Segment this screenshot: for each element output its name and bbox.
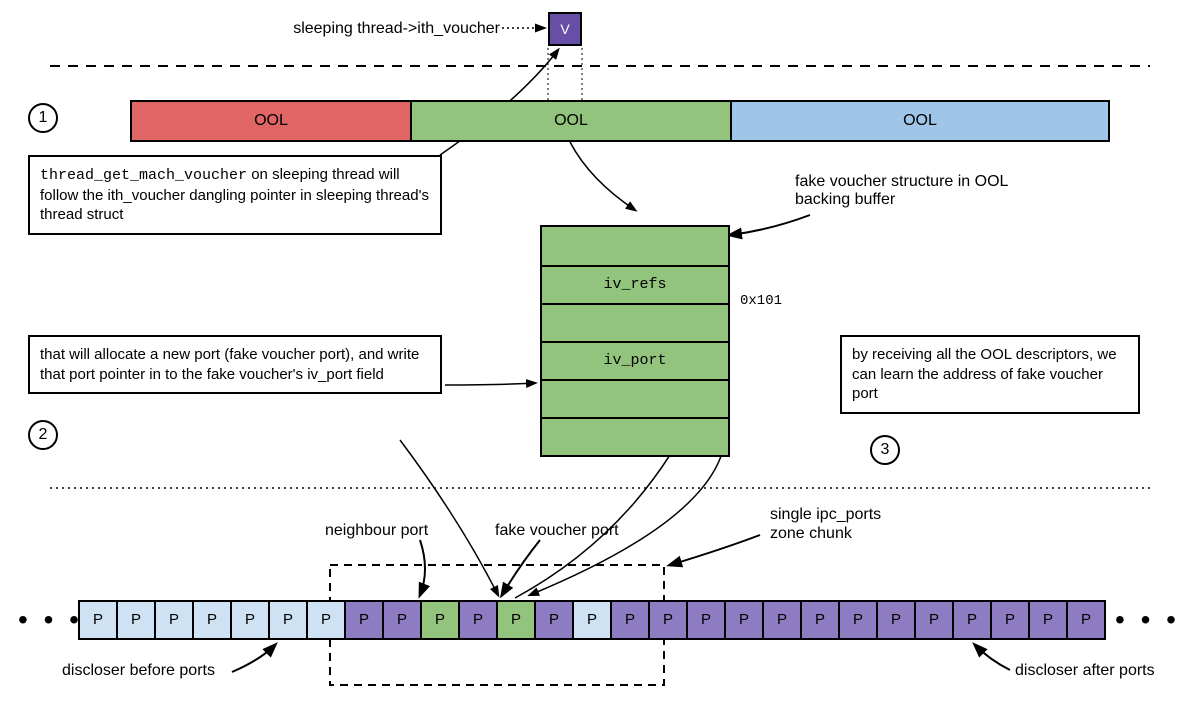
port-before: P bbox=[306, 600, 346, 640]
ool-segment-2: OOL bbox=[412, 102, 732, 140]
neighbour-port-label: neighbour port bbox=[325, 522, 428, 540]
port-after: P bbox=[724, 600, 764, 640]
sleeping-thread-label: sleeping thread->ith_voucher bbox=[190, 20, 500, 38]
port-after: P bbox=[876, 600, 916, 640]
port-after: P bbox=[686, 600, 726, 640]
port-after: P bbox=[1028, 600, 1068, 640]
code-snippet: thread_get_mach_voucher bbox=[40, 167, 247, 184]
struct-row-blank1 bbox=[542, 227, 728, 265]
port-after: P bbox=[800, 600, 840, 640]
port-chunk: P bbox=[534, 600, 574, 640]
struct-row-blank2 bbox=[542, 303, 728, 341]
port-chunk: P bbox=[344, 600, 384, 640]
struct-row-blank4 bbox=[542, 417, 728, 455]
step-3-text: by receiving all the OOL descriptors, we… bbox=[840, 335, 1140, 414]
hex-value: 0x101 bbox=[740, 293, 782, 309]
fake-voucher-struct-label: fake voucher structure in OOL backing bu… bbox=[795, 173, 1025, 209]
struct-row-blank3 bbox=[542, 379, 728, 417]
discloser-before-label: discloser before ports bbox=[62, 662, 215, 680]
discloser-after-label: discloser after ports bbox=[1015, 662, 1155, 680]
port-before: P bbox=[268, 600, 308, 640]
port-chunk: P bbox=[610, 600, 650, 640]
port-after: P bbox=[838, 600, 878, 640]
port-neighbour: P bbox=[420, 600, 460, 640]
port-before: P bbox=[154, 600, 194, 640]
port-after: P bbox=[990, 600, 1030, 640]
ellipsis-right: • • • bbox=[1115, 600, 1180, 640]
step-2-marker: 2 bbox=[28, 420, 58, 450]
ool-buffer-bar: OOL OOL OOL bbox=[130, 100, 1110, 142]
port-after: P bbox=[914, 600, 954, 640]
port-after: P bbox=[762, 600, 802, 640]
port-before: P bbox=[78, 600, 118, 640]
port-before: P bbox=[192, 600, 232, 640]
zone-chunk-line1: single ipc_ports bbox=[770, 506, 881, 523]
zone-chunk-label: single ipc_ports zone chunk bbox=[770, 505, 881, 543]
port-after: P bbox=[1066, 600, 1106, 640]
port-before: P bbox=[230, 600, 270, 640]
port-chunk: P bbox=[458, 600, 498, 640]
step-2-text: that will allocate a new port (fake vouc… bbox=[28, 335, 442, 394]
ellipsis-left: • • • bbox=[18, 600, 83, 640]
voucher-box: V bbox=[548, 12, 582, 46]
zone-chunk-line2: zone chunk bbox=[770, 525, 852, 542]
port-row: P P P P P P P P P P P P P P P P P P P P … bbox=[78, 600, 1106, 640]
port-before: P bbox=[116, 600, 156, 640]
port-after: P bbox=[952, 600, 992, 640]
fake-voucher-struct: iv_refs iv_port bbox=[540, 225, 730, 457]
fake-voucher-port-label: fake voucher port bbox=[495, 522, 619, 540]
ool-segment-1: OOL bbox=[132, 102, 412, 140]
struct-row-iv-port: iv_port bbox=[542, 341, 728, 379]
ool-segment-3: OOL bbox=[732, 102, 1108, 140]
port-chunk: P bbox=[572, 600, 612, 640]
port-chunk: P bbox=[382, 600, 422, 640]
step-3-marker: 3 bbox=[870, 435, 900, 465]
step-1-marker: 1 bbox=[28, 103, 58, 133]
struct-row-iv-refs: iv_refs bbox=[542, 265, 728, 303]
step-1-text: thread_get_mach_voucher on sleeping thre… bbox=[28, 155, 442, 235]
port-fake-voucher: P bbox=[496, 600, 536, 640]
port-chunk: P bbox=[648, 600, 688, 640]
